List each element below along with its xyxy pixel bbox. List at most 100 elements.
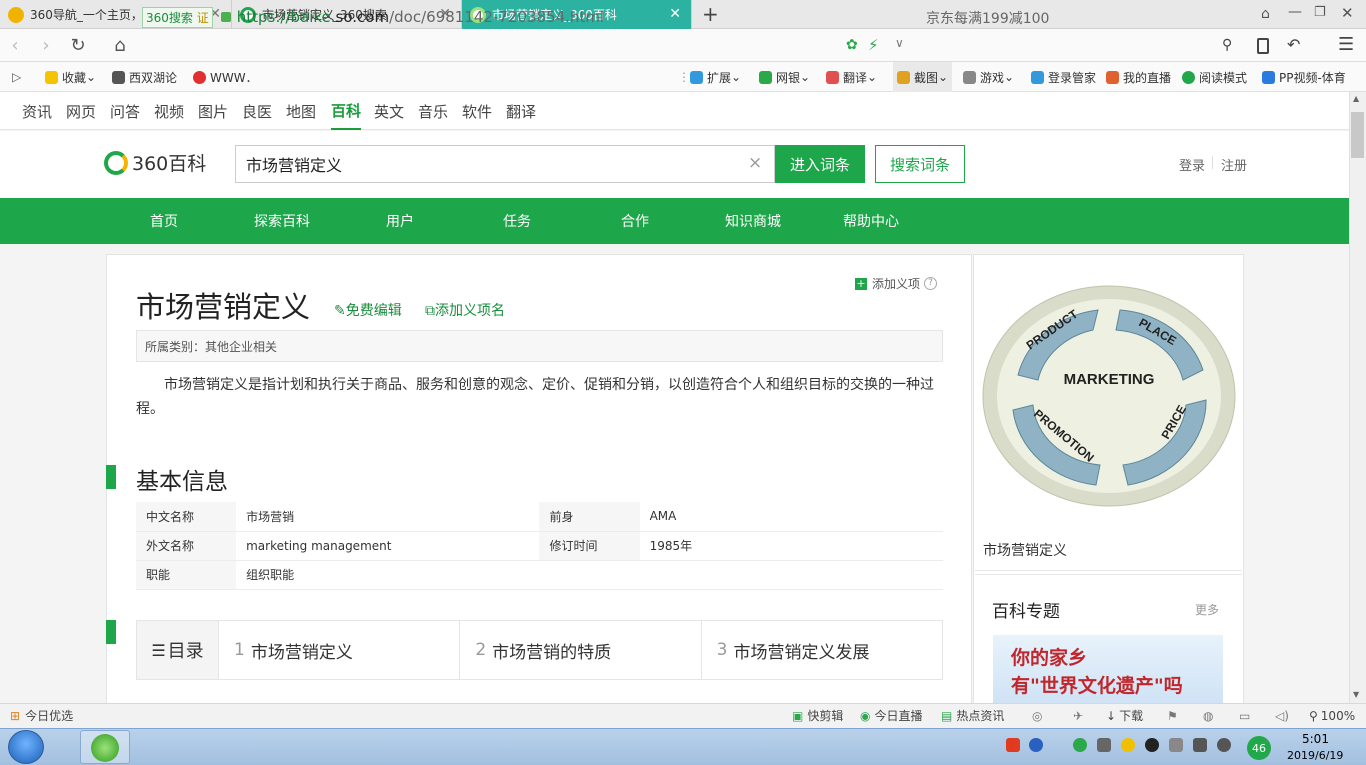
nav-home[interactable]: 首页: [150, 198, 178, 244]
network-icon[interactable]: ◎: [1032, 703, 1042, 728]
clock-date[interactable]: 2019/6/19: [1287, 749, 1343, 762]
minimize-icon[interactable]: —: [1288, 4, 1302, 20]
toolbar-screenshot[interactable]: 截图 ⌄: [893, 62, 953, 92]
vertical-scrollbar[interactable]: [1349, 92, 1366, 703]
nav-help-center[interactable]: 帮助中心: [843, 198, 899, 244]
360-tray-icon[interactable]: [1073, 738, 1087, 752]
toc-item[interactable]: 3 市场营销定义发展: [702, 621, 942, 679]
topic-banner[interactable]: 你的家乡 有"世界文化遗产"吗: [993, 635, 1223, 704]
baike-logo[interactable]: 360百科: [104, 149, 206, 176]
zoom-level[interactable]: ⚲ 100%: [1309, 703, 1355, 728]
login-link[interactable]: 登录: [1179, 155, 1205, 174]
qq-icon[interactable]: [1145, 738, 1159, 752]
nav-web[interactable]: 网页: [66, 92, 96, 130]
device-icon[interactable]: [1169, 738, 1183, 752]
nav-qa[interactable]: 问答: [110, 92, 140, 130]
nav-doctor[interactable]: 良医: [242, 92, 272, 130]
nav-images[interactable]: 图片: [198, 92, 228, 130]
toolbar-extensions[interactable]: 扩展 ⌄: [690, 62, 741, 92]
nav-software[interactable]: 软件: [462, 92, 492, 130]
search-promo-input[interactable]: 京东每满199减100: [926, 8, 1049, 28]
flag-icon[interactable]: ⚑: [1167, 703, 1178, 728]
toolbar-games[interactable]: 游戏 ⌄: [963, 62, 1014, 92]
search-input[interactable]: 市场营销定义: [235, 145, 775, 183]
more-link[interactable]: 更多: [1195, 601, 1219, 618]
scrollbar-thumb[interactable]: [1351, 112, 1364, 158]
enter-entry-button[interactable]: 进入词条: [775, 145, 865, 183]
add-meaning-name-link[interactable]: ⧉添加义项名: [425, 300, 505, 320]
signal-icon[interactable]: [1193, 738, 1207, 752]
nav-baike[interactable]: 百科: [331, 92, 362, 130]
clock-time[interactable]: 5:01: [1302, 732, 1329, 746]
url-host: so.com: [335, 8, 390, 26]
nav-users[interactable]: 用户: [386, 198, 414, 244]
topic-heading: 百科专题: [992, 602, 1060, 622]
keyboard-icon[interactable]: [1097, 738, 1111, 752]
window-icon[interactable]: ▭: [1239, 703, 1250, 728]
nav-map[interactable]: 地图: [286, 92, 316, 130]
marketing-4p-image[interactable]: MARKETING PRODUCT PLACE PRICE PROMOTION: [978, 280, 1240, 510]
skin-icon[interactable]: ⌂: [1261, 6, 1270, 22]
register-link[interactable]: 注册: [1221, 155, 1247, 174]
url-dropdown-icon[interactable]: ∨: [895, 36, 904, 50]
nav-music[interactable]: 音乐: [418, 92, 448, 130]
battery-badge[interactable]: 46: [1247, 736, 1271, 760]
bookmark-www[interactable]: WWW．: [193, 62, 258, 92]
url-field[interactable]: 360搜索 证 https://baike. so.com/doc/6981142…: [142, 5, 912, 29]
home-icon[interactable]: ⌂: [108, 29, 132, 62]
forward-icon[interactable]: ›: [36, 29, 56, 62]
speaker-icon[interactable]: [1217, 738, 1231, 752]
nav-video[interactable]: 视频: [154, 92, 184, 130]
pp-icon: [1262, 70, 1275, 84]
toc-item[interactable]: 1 市场营销定义: [219, 621, 461, 679]
nav-knowledge-mall[interactable]: 知识商城: [725, 198, 781, 244]
sogou-icon[interactable]: [1006, 738, 1020, 752]
toolbar-my-live[interactable]: 我的直播: [1106, 62, 1171, 92]
nav-news[interactable]: 资讯: [22, 92, 52, 130]
search-icon[interactable]: ⚲: [1222, 37, 1232, 53]
help-icon[interactable]: ?: [924, 277, 938, 290]
quick-edit-button[interactable]: ▣ 快剪辑: [792, 703, 843, 728]
sidebar-toggle-icon[interactable]: ▷: [12, 62, 21, 92]
toolbar-translate[interactable]: 翻译 ⌄: [826, 62, 877, 92]
nav-tasks[interactable]: 任务: [503, 198, 531, 244]
search-entry-button[interactable]: 搜索词条: [875, 145, 965, 183]
toolbar-ebank[interactable]: 网银 ⌄: [759, 62, 810, 92]
bookmark-xishuang[interactable]: 西双湖论: [112, 62, 177, 92]
360-guard-icon[interactable]: [1121, 738, 1135, 752]
refresh-icon[interactable]: ↻: [66, 29, 90, 62]
today-live-button[interactable]: ◉ 今日直播: [860, 703, 923, 728]
hot-news-button[interactable]: ▤ 热点资讯: [941, 703, 1004, 728]
undo-icon[interactable]: ↶: [1287, 35, 1300, 54]
cleanup-icon[interactable]: ◍: [1203, 703, 1213, 728]
clear-search-icon[interactable]: ×: [748, 153, 762, 173]
nav-translate[interactable]: 翻译: [506, 92, 536, 130]
toolbar-login-manager[interactable]: 登录管家: [1031, 62, 1096, 92]
taskbar-360-browser[interactable]: [80, 730, 130, 764]
toc-item[interactable]: 2 市场营销的特质: [460, 621, 702, 679]
bookmark-favorites[interactable]: 收藏 ⌄: [45, 62, 96, 92]
toolbar-reading-mode[interactable]: 阅读模式: [1182, 62, 1247, 92]
maximize-icon[interactable]: ❐: [1314, 5, 1326, 20]
scroll-up-icon[interactable]: ▲: [1353, 94, 1359, 103]
download-button[interactable]: ↓ 下载: [1106, 703, 1143, 728]
pin-icon[interactable]: ✈: [1073, 703, 1083, 728]
toolbar-pp-video[interactable]: PP视频-体育: [1262, 62, 1346, 92]
free-edit-link[interactable]: ✎免费编辑: [334, 300, 402, 320]
add-meaning-button[interactable]: + 添加义项?: [855, 275, 938, 292]
menu-icon[interactable]: ☰: [1338, 34, 1354, 55]
safe-icon[interactable]: ✿: [846, 37, 858, 53]
nav-cooperation[interactable]: 合作: [621, 198, 649, 244]
nav-english[interactable]: 英文: [374, 92, 404, 130]
close-window-icon[interactable]: ✕: [1341, 4, 1354, 22]
nav-explore[interactable]: 探索百科: [254, 198, 310, 244]
scroll-down-icon[interactable]: ▼: [1353, 690, 1359, 699]
daily-picks[interactable]: ⊞ 今日优选: [10, 703, 73, 728]
start-button[interactable]: [8, 730, 44, 764]
volume-icon[interactable]: ◁): [1275, 703, 1289, 728]
back-icon[interactable]: ‹: [5, 29, 25, 62]
phone-icon[interactable]: [1257, 38, 1269, 54]
site-verify-badge[interactable]: 360搜索 证: [142, 6, 213, 28]
speed-mode-icon[interactable]: ⚡: [868, 36, 879, 54]
help-tray-icon[interactable]: [1029, 738, 1043, 752]
